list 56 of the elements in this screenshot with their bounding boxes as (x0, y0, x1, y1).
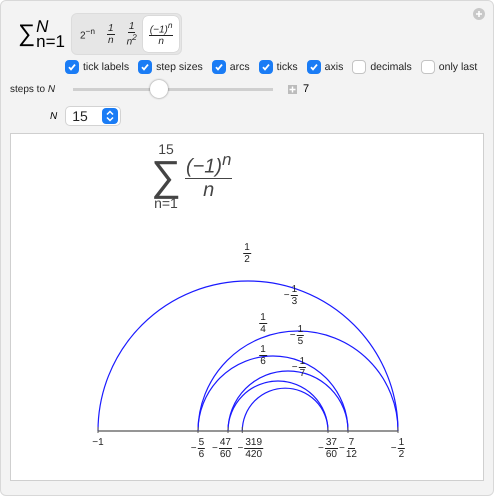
checkbox[interactable] (212, 60, 226, 74)
minus-sign: − (318, 443, 324, 454)
minus-sign: − (390, 443, 397, 454)
tick-label: 5 6 (198, 437, 206, 460)
checkbox-label: decimals (370, 61, 412, 73)
checkbox[interactable] (306, 60, 321, 74)
plus-icon[interactable] (288, 84, 297, 94)
checkmark-icon (260, 62, 271, 72)
checkbox[interactable] (65, 60, 79, 74)
tick (242, 426, 243, 434)
checkmark-icon (140, 62, 150, 72)
checkbox-label: ticks (276, 61, 298, 73)
tick-label: 37 60 (324, 437, 338, 460)
series-term: (−1)$^{n}$ n (184, 151, 232, 201)
checkbox[interactable] (258, 60, 273, 74)
checkbox-label: tick labels (83, 61, 130, 73)
select-label: N (50, 110, 58, 122)
tick-label: 7 12 (346, 437, 357, 460)
minus-sign: − (190, 443, 197, 454)
checkbox[interactable] (352, 60, 366, 74)
upper-limit: 15 (158, 142, 174, 156)
lower-limit: n=1 (36, 34, 65, 49)
checkbox-label: step sizes (156, 61, 203, 73)
checkmark-icon (67, 62, 77, 72)
slider-thumb[interactable] (150, 80, 168, 98)
upper-limit: N (36, 19, 48, 34)
slider-label: steps to N (10, 84, 56, 94)
series-option[interactable]: 2$^{−n}$ (74, 16, 102, 52)
step-size-label: 1 4 (259, 312, 267, 335)
minus-sign: − (212, 443, 218, 454)
minus-sign: − (292, 362, 298, 373)
series-option[interactable]: 1 n (101, 16, 121, 52)
checkmark-icon (214, 62, 224, 72)
series-option[interactable]: (−1)$^{n}$ n (142, 16, 180, 52)
checkbox[interactable] (138, 60, 152, 74)
minus-sign: − (290, 330, 296, 341)
tick-label: 1 2 (398, 437, 406, 460)
minus-sign: − (238, 443, 244, 454)
checkmark-icon (308, 62, 319, 72)
minus-sign: − (339, 443, 345, 454)
plus-icon[interactable] (473, 8, 485, 20)
minus-sign: − (284, 290, 290, 301)
slider-value: 7 (303, 83, 310, 95)
tick-label: 319 420 (244, 437, 264, 460)
checkbox-label: arcs (230, 61, 250, 73)
checkbox-label: axis (324, 61, 344, 73)
sigma-symbol: ∑ (18, 20, 36, 48)
tick-label: −1 (92, 437, 104, 448)
n-dropdown[interactable]: 15 (65, 106, 121, 126)
tick-label: 47 60 (218, 437, 232, 460)
stepper-arrows-icon (102, 108, 118, 124)
step-size-label: 1 6 (259, 344, 267, 367)
checkbox[interactable] (420, 60, 435, 74)
checkbox-label: only last (438, 61, 478, 73)
series-option[interactable]: 1 n$^{2}$ (120, 16, 143, 52)
step-size-label: 1 2 (243, 242, 251, 265)
